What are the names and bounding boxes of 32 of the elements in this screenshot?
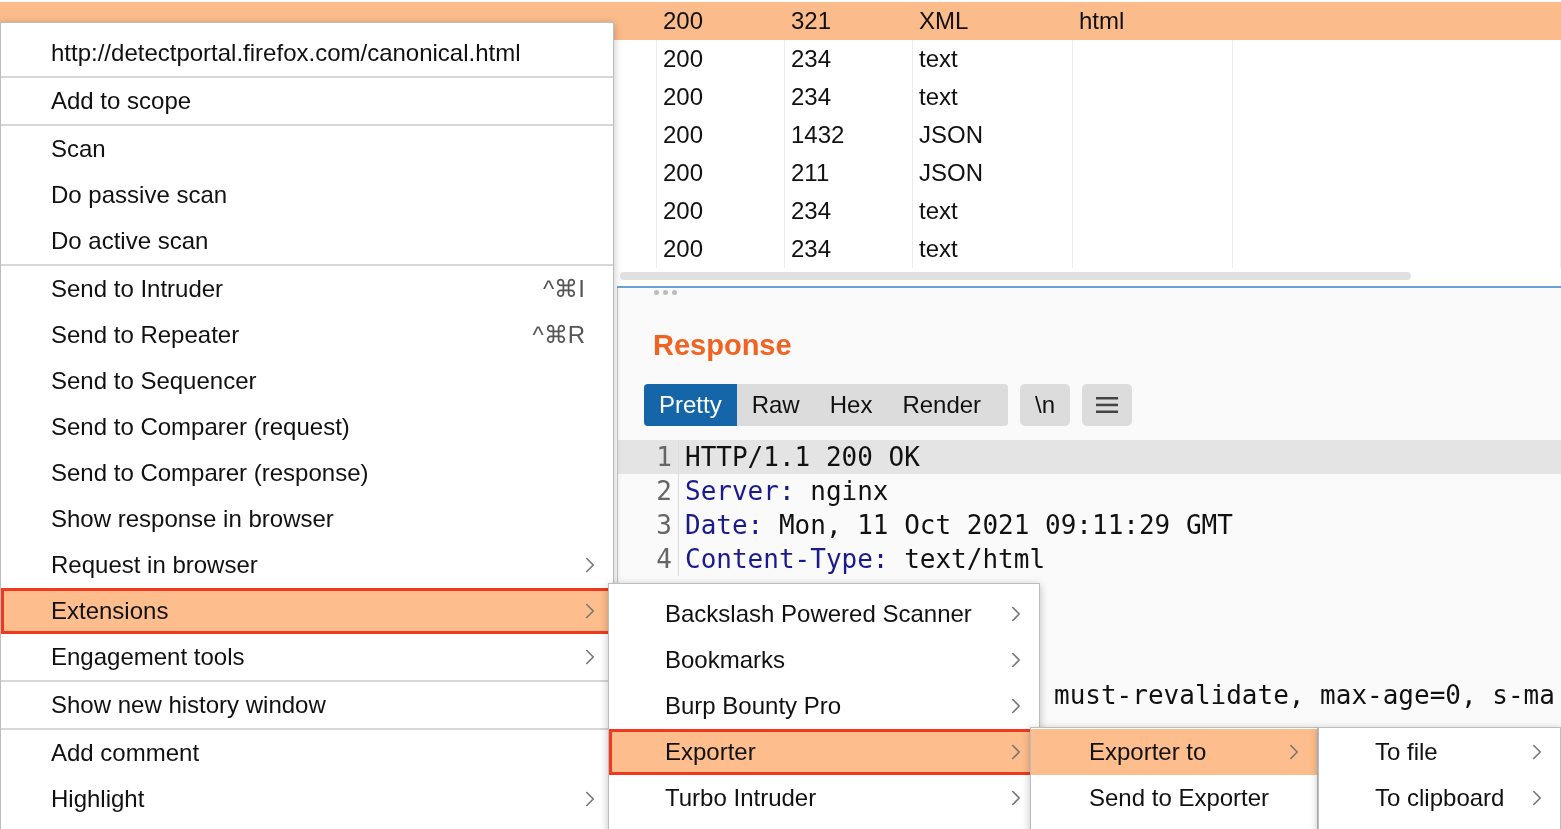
table-cell: 234 bbox=[791, 197, 832, 225]
table-cell: 234 bbox=[791, 45, 832, 73]
table-cell: text bbox=[919, 197, 958, 225]
table-cell: 200 bbox=[663, 7, 704, 35]
table-cell: 234 bbox=[791, 83, 832, 111]
code-line: must-revalidate, max-age=0, s-ma bbox=[1054, 679, 1556, 712]
line-number: 4 bbox=[618, 542, 679, 576]
code-line: Server: nginx bbox=[684, 476, 889, 506]
table-cell: 200 bbox=[663, 159, 704, 187]
line-number: 1 bbox=[618, 440, 679, 474]
table-cell: 321 bbox=[791, 7, 832, 35]
line-number: 2 bbox=[618, 474, 679, 508]
table-cell: 200 bbox=[663, 45, 704, 73]
code-line: Content-Type: text/html bbox=[684, 544, 1046, 574]
table-cell: html bbox=[1079, 7, 1125, 35]
line-number: 3 bbox=[618, 508, 679, 542]
panel-title: Response bbox=[653, 329, 793, 362]
table-cell: JSON bbox=[919, 159, 983, 187]
table-cell: 200 bbox=[663, 235, 704, 263]
table-cell: text bbox=[919, 235, 958, 263]
code-line: HTTP/1.1 200 OK bbox=[684, 442, 920, 472]
table-cell: text bbox=[919, 45, 958, 73]
code-line: Date: Mon, 11 Oct 2021 09:11:29 GMT bbox=[684, 510, 1233, 540]
table-cell: 200 bbox=[663, 121, 704, 149]
table-cell: text bbox=[919, 83, 958, 111]
table-cell: 200 bbox=[663, 197, 704, 225]
table-cell: 234 bbox=[791, 235, 832, 263]
table-cell: 200 bbox=[663, 83, 704, 111]
table-cell: 1432 bbox=[791, 121, 845, 149]
table-cell: JSON bbox=[919, 121, 983, 149]
table-cell: 211 bbox=[791, 159, 830, 187]
table-cell: XML bbox=[919, 7, 969, 35]
